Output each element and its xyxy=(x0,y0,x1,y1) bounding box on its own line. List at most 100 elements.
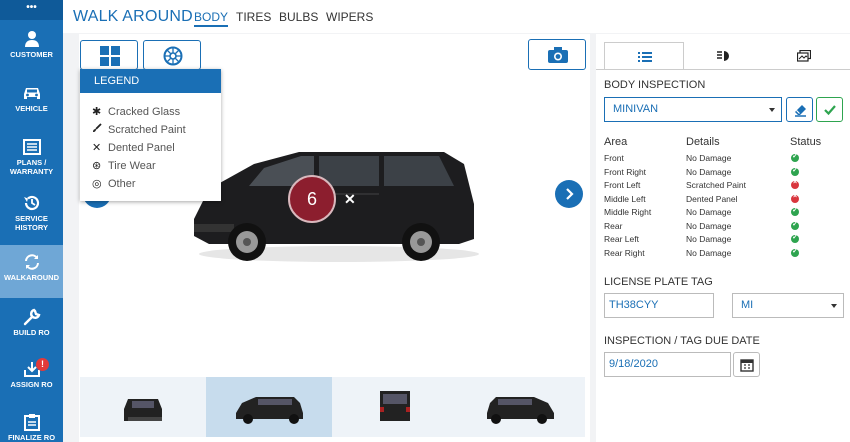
sidebar-item-label: BUILD RO xyxy=(13,328,50,337)
sidebar-item-label: ASSIGN RO xyxy=(10,380,53,389)
x-circle-icon: × xyxy=(791,193,799,203)
license-plate-label: LICENSE PLATE TAG xyxy=(604,276,713,288)
sidebar-item-walkaround[interactable]: WALKAROUND xyxy=(0,245,63,298)
clipboard-icon xyxy=(23,414,40,431)
damage-marker-6[interactable]: 6 xyxy=(288,175,336,223)
table-row[interactable]: Middle Left Dented Panel × xyxy=(604,193,844,208)
x-circle-icon: × xyxy=(791,179,799,189)
sidebar-item-label: FINALIZE RO xyxy=(7,433,56,442)
sidebar-item-label: VEHICLE xyxy=(15,104,48,113)
column-header-details: Details xyxy=(686,136,720,148)
notification-badge: ! xyxy=(36,358,49,371)
x-icon: ✕ xyxy=(92,142,102,154)
tab-wipers[interactable]: WIPERS xyxy=(326,10,373,24)
calendar-icon xyxy=(740,359,754,372)
chevron-down-icon xyxy=(769,108,775,112)
wrench-icon xyxy=(23,308,40,326)
sidebar-item-build-ro[interactable]: BUILD RO xyxy=(0,300,63,356)
brush-icon xyxy=(92,123,108,136)
van-rear-thumbnail xyxy=(380,391,410,421)
camera-button[interactable] xyxy=(528,39,586,70)
van-side-right-thumbnail xyxy=(487,397,554,424)
table-row[interactable]: Front No Damage ✓ xyxy=(604,153,844,167)
target-icon: ◎ xyxy=(92,178,102,190)
tab-tires[interactable]: TIRES xyxy=(236,10,271,24)
inspection-panel: BODY INSPECTION MINIVAN Area Details Sta… xyxy=(596,34,850,442)
license-plate-input[interactable]: TH38CYY xyxy=(604,293,714,318)
tab-bulbs[interactable]: BULBS xyxy=(279,10,318,24)
sidebar-item-label: SERVICE xyxy=(15,214,48,223)
view-thumbnails xyxy=(80,377,585,437)
images-icon xyxy=(797,50,811,62)
thumbnail-rear[interactable] xyxy=(332,377,458,437)
sidebar-item-label: PLANS / xyxy=(16,158,47,167)
eraser-icon xyxy=(795,105,806,117)
sidebar: ••• CUSTOMER VEHICLE PLANS / WARRANTY SE… xyxy=(0,0,63,442)
sidebar-item-assign-ro[interactable]: ! ASSIGN RO xyxy=(0,352,63,408)
due-date-label: INSPECTION / TAG DUE DATE xyxy=(604,335,760,347)
legend-item-tire-wear: ⊛ Tire Wear xyxy=(92,160,156,172)
sidebar-item-plans-warranty[interactable]: PLANS / WARRANTY xyxy=(0,130,63,190)
check-circle-icon: ✓ xyxy=(791,221,799,230)
due-date-input[interactable]: 9/18/2020 xyxy=(604,352,731,377)
tire-wear-icon: ⊛ xyxy=(92,160,102,172)
tire-icon xyxy=(163,46,183,66)
tab-divider xyxy=(596,69,850,70)
sidebar-menu-dots[interactable]: ••• xyxy=(0,0,63,20)
list-icon xyxy=(22,139,41,155)
state-select[interactable]: MI xyxy=(732,293,844,318)
sidebar-item-label: WARRANTY xyxy=(9,167,54,176)
tire-view-button[interactable] xyxy=(143,40,201,70)
sidebar-item-customer[interactable]: CUSTOMER xyxy=(0,22,63,78)
asterisk-icon: ✱ xyxy=(92,106,102,118)
tab-lights[interactable] xyxy=(684,42,764,70)
check-circle-icon: ✓ xyxy=(791,153,799,162)
sidebar-item-label: WALKAROUND xyxy=(4,273,59,282)
diagram-view-button[interactable] xyxy=(80,40,138,70)
top-bar: WALK AROUND BODY TIRES BULBS WIPERS xyxy=(63,0,850,33)
sidebar-item-finalize-ro[interactable]: FINALIZE RO xyxy=(0,405,63,442)
check-circle-icon: ✓ xyxy=(791,234,799,243)
sidebar-item-label: HISTORY xyxy=(15,223,48,232)
table-row[interactable]: Front Right No Damage ✓ xyxy=(604,167,844,181)
chevron-down-icon xyxy=(831,304,837,308)
sidebar-item-label: CUSTOMER xyxy=(10,50,53,59)
thumbnail-side-right[interactable] xyxy=(458,377,584,437)
headlight-icon xyxy=(717,51,729,61)
van-front-thumbnail xyxy=(124,399,162,421)
check-circle-icon: ✓ xyxy=(791,167,799,176)
column-header-area: Area xyxy=(604,136,628,148)
table-row[interactable]: Rear No Damage ✓ xyxy=(604,221,844,235)
list-icon xyxy=(638,52,652,62)
check-icon xyxy=(824,105,836,116)
car-icon xyxy=(23,88,40,99)
clear-button[interactable] xyxy=(786,97,813,122)
vehicle-type-select[interactable]: MINIVAN xyxy=(604,97,782,122)
legend-title: LEGEND xyxy=(80,69,221,93)
thumbnail-front[interactable] xyxy=(80,377,206,437)
check-circle-icon: ✓ xyxy=(791,207,799,216)
person-icon xyxy=(24,31,39,47)
legend-item-dented-panel: ✕ Dented Panel xyxy=(92,142,175,154)
next-view-button[interactable] xyxy=(555,180,583,208)
sidebar-item-vehicle[interactable]: VEHICLE xyxy=(0,76,63,132)
tab-inspection-list[interactable] xyxy=(604,42,684,70)
column-header-status: Status xyxy=(790,136,822,148)
body-inspection-title: BODY INSPECTION xyxy=(604,79,706,91)
confirm-button[interactable] xyxy=(816,97,843,122)
table-row[interactable]: Front Left Scratched Paint × xyxy=(604,179,844,194)
vehicle-view-panel: LEGEND ✱ Cracked Glass Scratched Paint ✕ D… xyxy=(79,34,590,442)
calendar-button[interactable] xyxy=(733,352,760,377)
page-title: WALK AROUND xyxy=(73,8,193,25)
dent-marker-icon[interactable]: ✕ xyxy=(344,191,356,208)
table-row[interactable]: Rear Left No Damage ✓ xyxy=(604,234,844,248)
legend-item-scratched-paint: Scratched Paint xyxy=(92,123,186,136)
table-row[interactable]: Middle Right No Damage ✓ xyxy=(604,207,844,221)
thumbnail-side-left[interactable] xyxy=(206,377,332,437)
tab-gallery[interactable] xyxy=(764,42,844,70)
check-circle-icon: ✓ xyxy=(791,248,799,257)
grid-icon xyxy=(100,46,120,66)
sidebar-item-service-history[interactable]: SERVICE HISTORY xyxy=(0,186,63,246)
table-row[interactable]: Rear Right No Damage ✓ xyxy=(604,248,844,262)
tab-body[interactable]: BODY xyxy=(194,10,229,27)
